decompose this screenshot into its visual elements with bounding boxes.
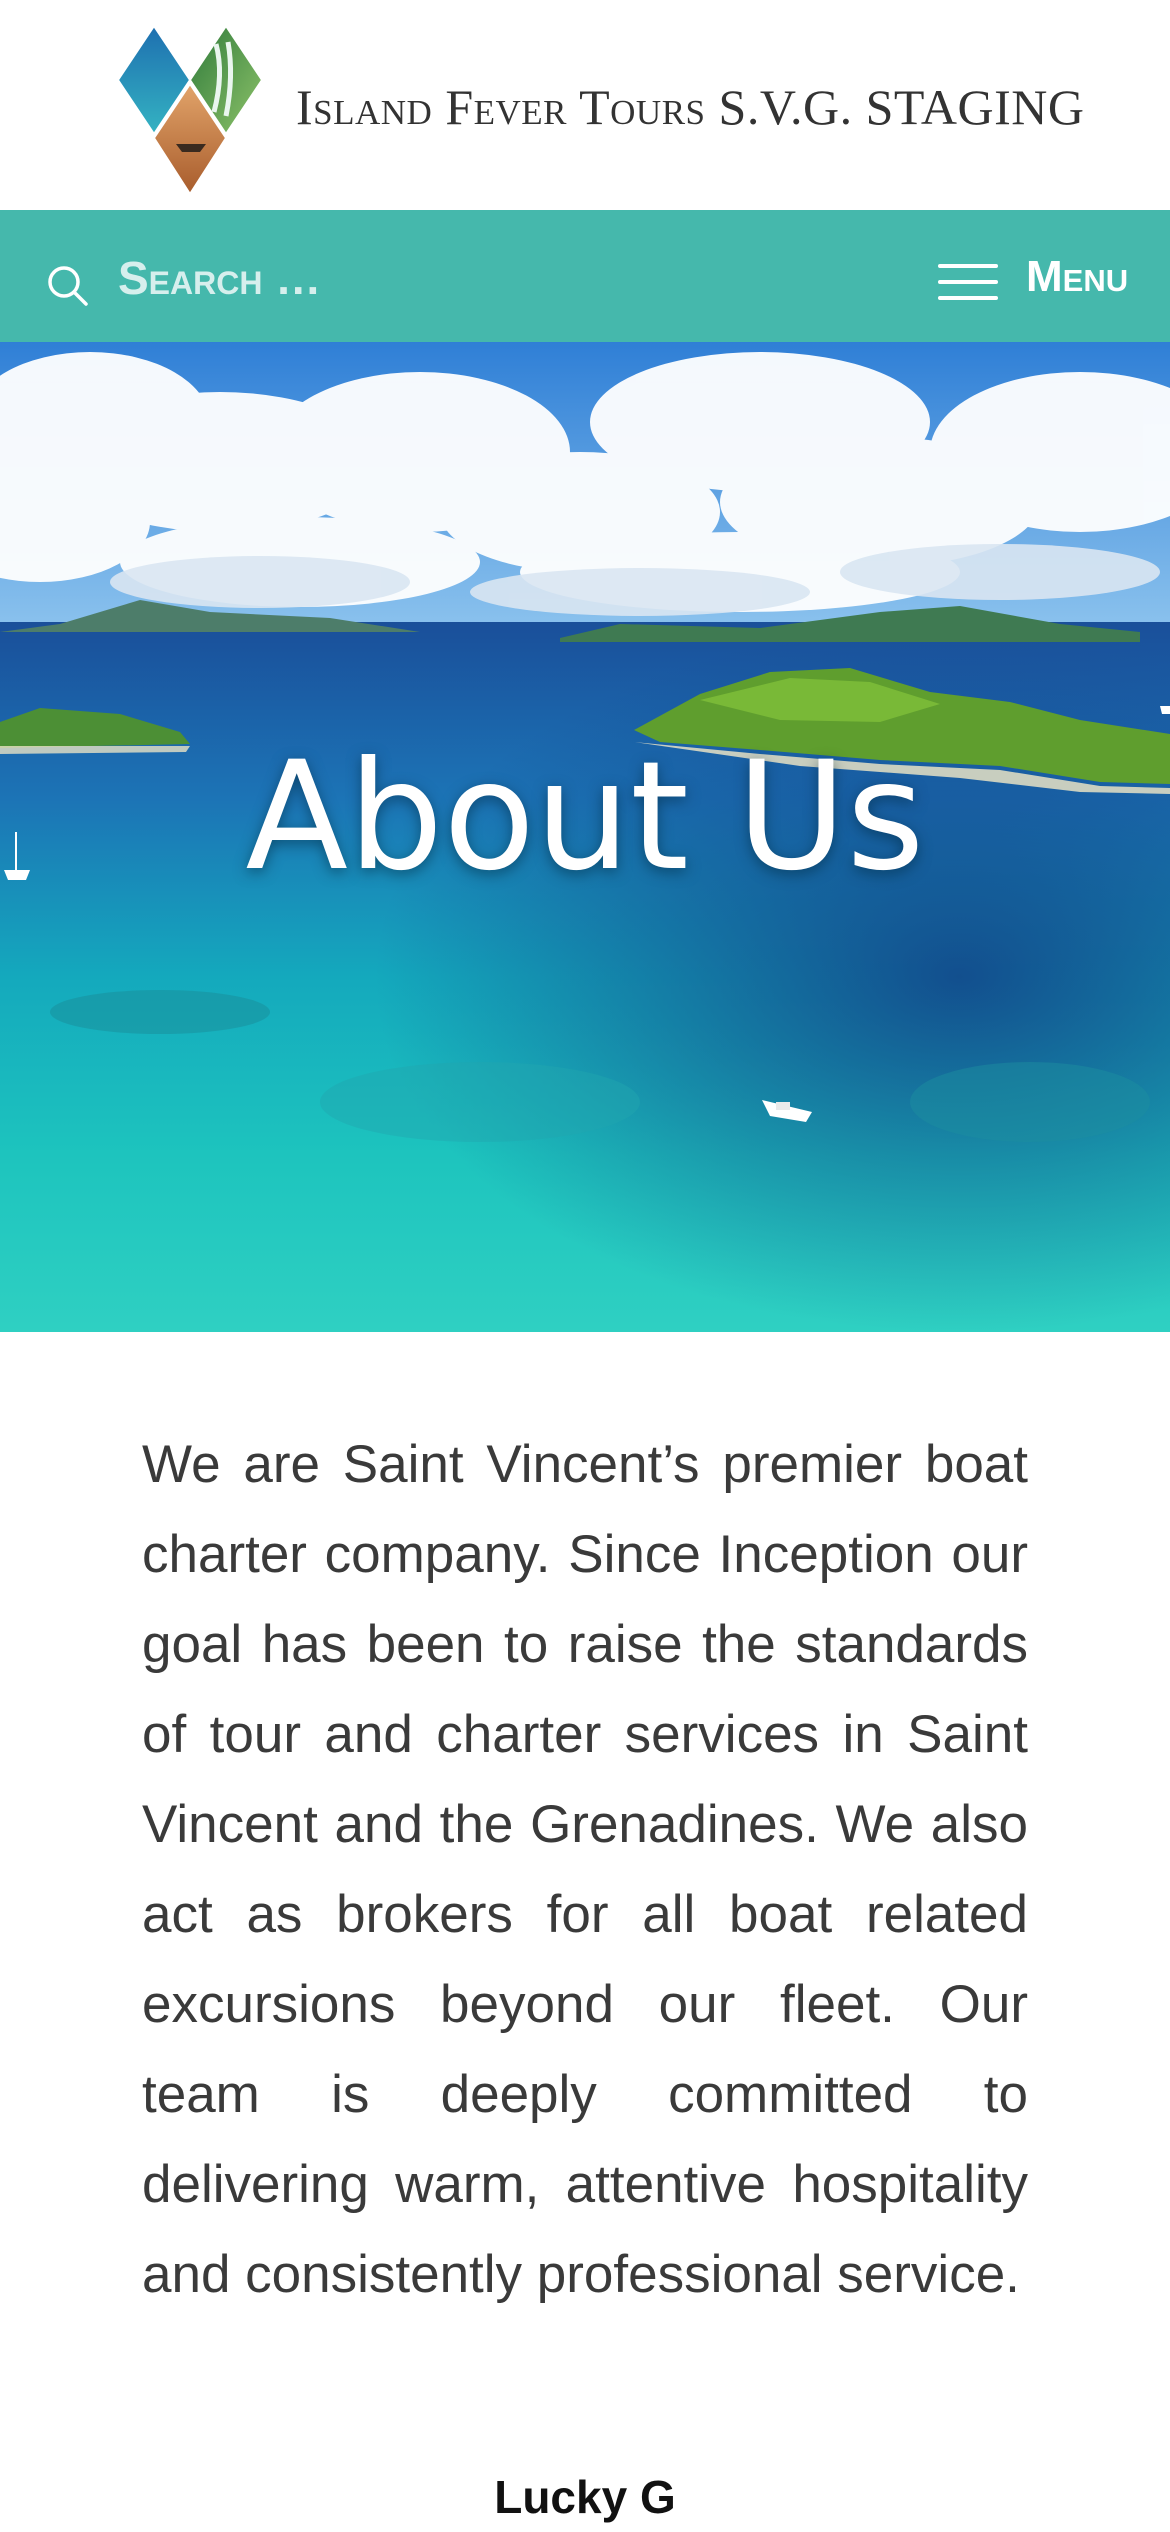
page-title: About Us xyxy=(245,730,925,904)
diamond-tiles-logo-icon xyxy=(116,24,264,196)
nav-bar: Menu xyxy=(0,210,1170,342)
section-heading: Lucky G xyxy=(494,2471,676,2523)
intro-paragraph: We are Saint Vincent’s premier boat char… xyxy=(142,1435,1028,2304)
hamburger-icon xyxy=(938,260,998,304)
site-header: Island Fever Tours S.V.G. STAGING xyxy=(0,0,1170,210)
menu-button[interactable]: Menu xyxy=(934,246,1134,310)
hero-banner: About Us xyxy=(0,342,1170,1332)
search-icon[interactable] xyxy=(46,264,90,308)
site-title[interactable]: Island Fever Tours S.V.G. STAGING xyxy=(296,78,1085,136)
menu-label: Menu xyxy=(1026,252,1129,301)
search-input[interactable] xyxy=(118,246,538,310)
main-content: We are Saint Vincent’s premier boat char… xyxy=(142,1420,1028,2320)
